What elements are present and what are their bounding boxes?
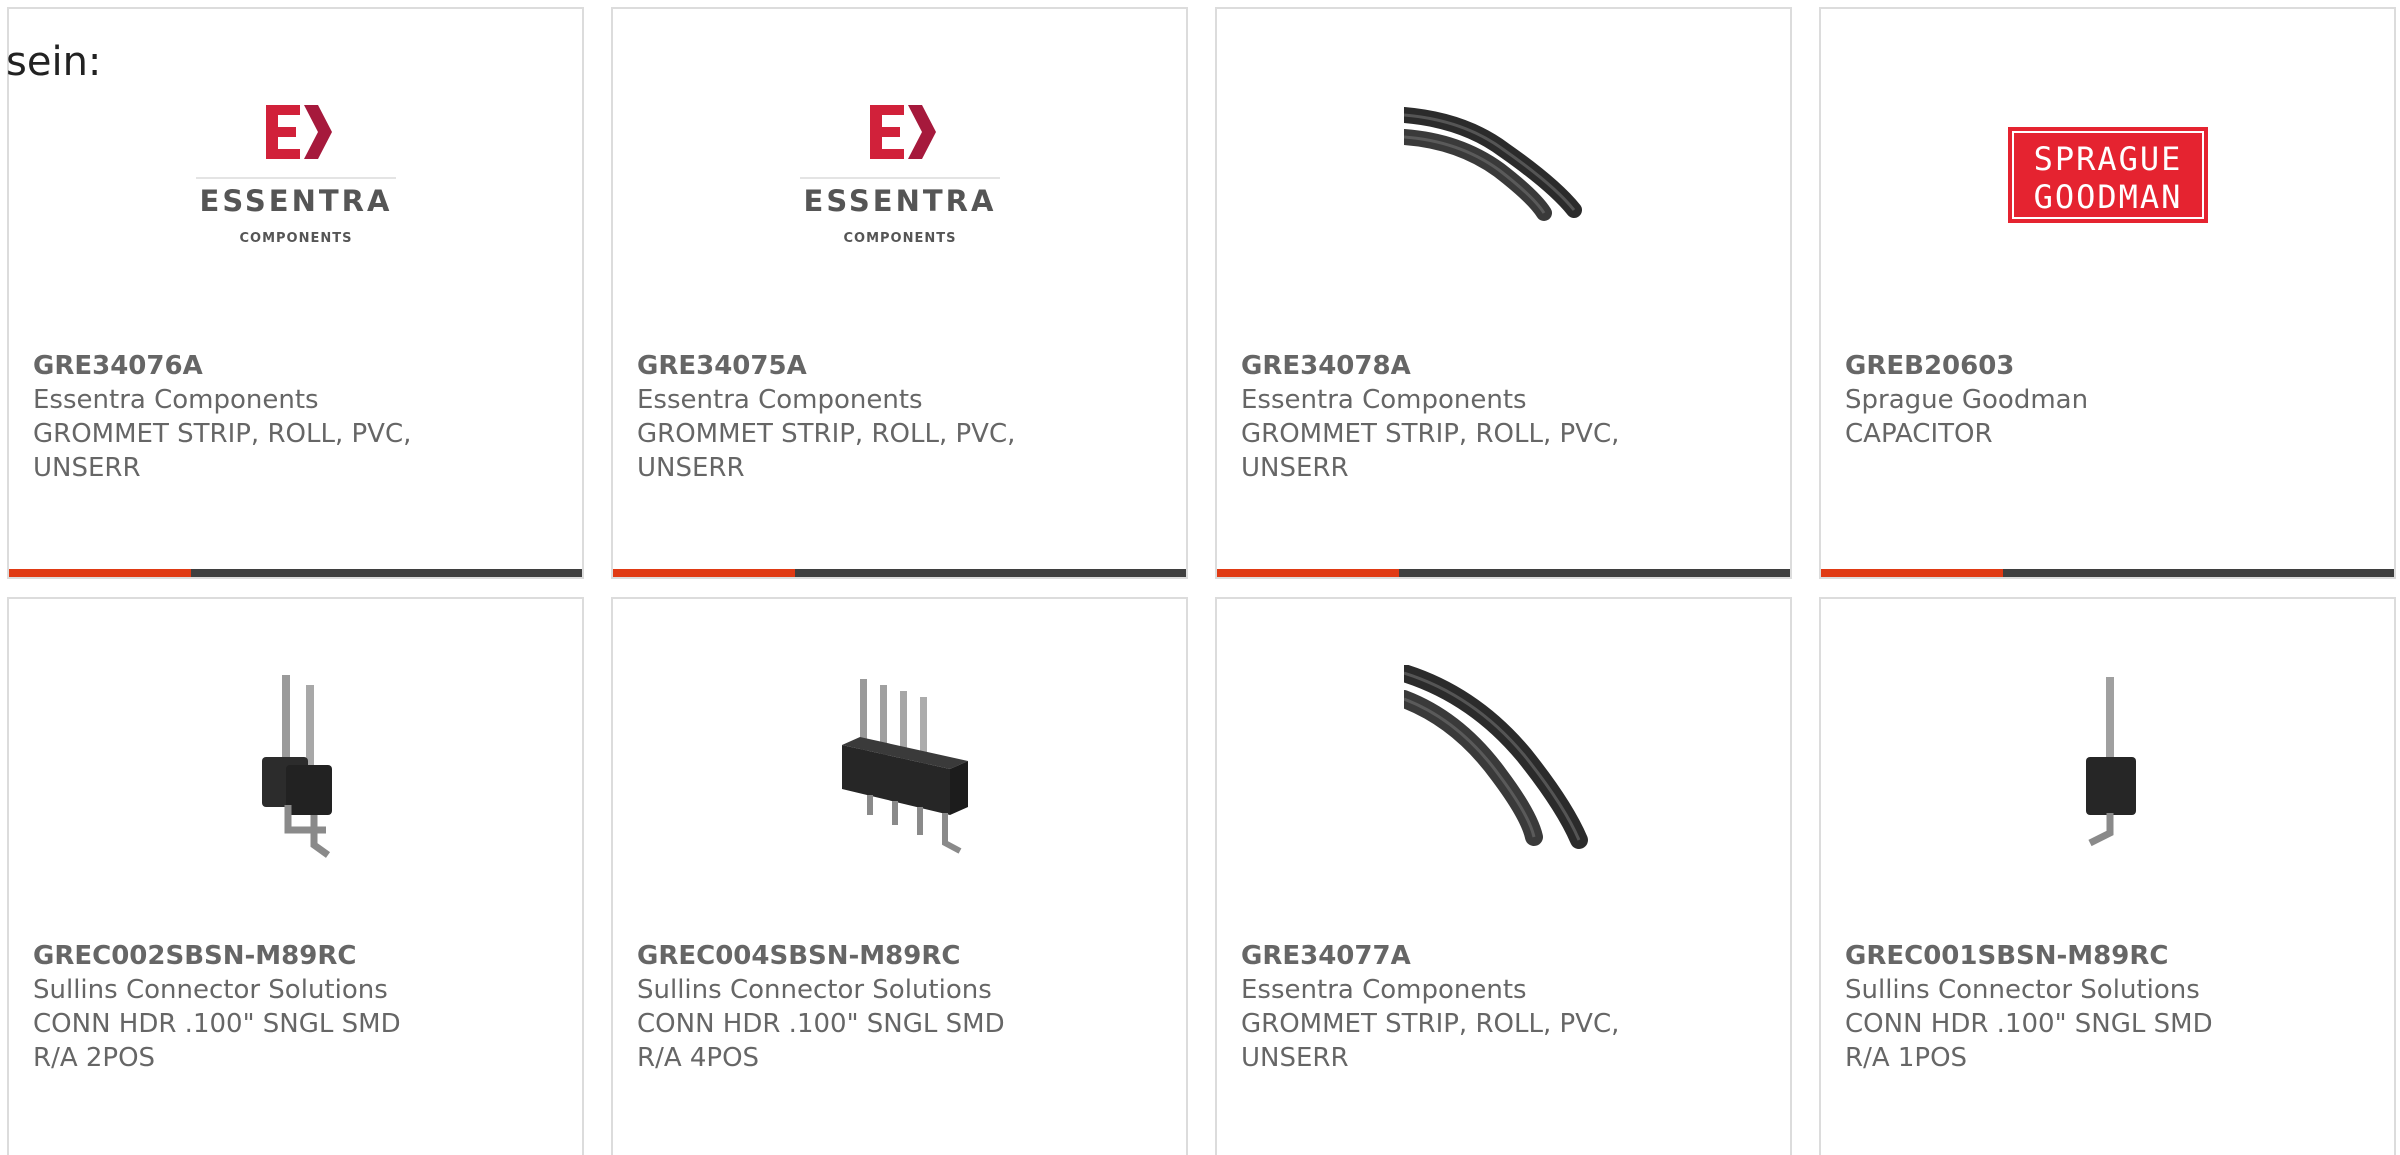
product-card[interactable]: ESSENTRA COMPONENTS GRE34076A Essentra C… [7, 7, 584, 579]
product-manufacturer: Essentra Components [1241, 385, 1527, 415]
product-sku[interactable]: GREB20603 [1845, 349, 2265, 383]
product-manufacturer: Essentra Components [1241, 975, 1527, 1005]
product-info: GRE34075A Essentra Components GROMMET ST… [637, 349, 1057, 485]
product-description: CONN HDR .100" SNGL SMD R/A 2POS [33, 1009, 401, 1073]
essentra-logo: ESSENTRA COMPONENTS [799, 75, 1000, 275]
product-sku[interactable]: GRE34078A [1241, 349, 1661, 383]
card-bottom-bar [1821, 569, 2394, 577]
product-grid-page: ESSENTRA COMPONENTS GRE34076A Essentra C… [0, 0, 2400, 1155]
card-bottom-bar [613, 569, 1186, 577]
product-manufacturer: Essentra Components [637, 385, 923, 415]
svg-text:GOODMAN: GOODMAN [2033, 178, 2182, 216]
product-card[interactable]: GREC002SBSN-M89RC Sullins Connector Solu… [7, 597, 584, 1155]
product-info: GRE34076A Essentra Components GROMMET ST… [33, 349, 453, 485]
product-description: GROMMET STRIP, ROLL, PVC, UNSERR [637, 419, 1016, 483]
card-accent [1217, 569, 1399, 577]
product-description: GROMMET STRIP, ROLL, PVC, UNSERR [1241, 1009, 1620, 1073]
svg-text:SPRAGUE: SPRAGUE [2033, 140, 2182, 178]
svg-text:COMPONENTS: COMPONENTS [843, 231, 956, 246]
product-manufacturer: Sullins Connector Solutions [637, 975, 992, 1005]
product-description: GROMMET STRIP, ROLL, PVC, UNSERR [1241, 419, 1620, 483]
svg-text:ESSENTRA: ESSENTRA [199, 184, 392, 218]
product-description: CAPACITOR [1845, 419, 1993, 449]
product-description: CONN HDR .100" SNGL SMD R/A 4POS [637, 1009, 1005, 1073]
svg-text:COMPONENTS: COMPONENTS [239, 231, 352, 246]
product-card[interactable]: ESSENTRA COMPONENTS GRE34075A Essentra C… [611, 7, 1188, 579]
product-sku[interactable]: GRE34076A [33, 349, 453, 383]
intro-text: sein: [6, 39, 102, 85]
product-info: GRE34077A Essentra Components GROMMET ST… [1241, 939, 1661, 1075]
card-bottom-bar [1217, 569, 1790, 577]
product-info: GREB20603 Sprague Goodman CAPACITOR [1845, 349, 2265, 451]
product-info: GRE34078A Essentra Components GROMMET ST… [1241, 349, 1661, 485]
product-sku[interactable]: GREC002SBSN-M89RC [33, 939, 453, 973]
header-4pos-photo [799, 665, 1000, 865]
header-2pos-photo [195, 665, 396, 865]
product-card[interactable]: GRE34078A Essentra Components GROMMET ST… [1215, 7, 1792, 579]
product-sku[interactable]: GRE34077A [1241, 939, 1661, 973]
product-manufacturer: Sprague Goodman [1845, 385, 2089, 415]
product-manufacturer: Sullins Connector Solutions [33, 975, 388, 1005]
card-accent [1821, 569, 2003, 577]
product-manufacturer: Sullins Connector Solutions [1845, 975, 2200, 1005]
product-card[interactable]: GREC004SBSN-M89RC Sullins Connector Solu… [611, 597, 1188, 1155]
svg-text:ESSENTRA: ESSENTRA [803, 184, 996, 218]
essentra-logo: ESSENTRA COMPONENTS [195, 75, 396, 275]
card-accent [9, 569, 191, 577]
product-card[interactable]: SPRAGUE GOODMAN GREB20603 Sprague Goodma… [1819, 7, 2396, 579]
product-card[interactable]: GRE34077A Essentra Components GROMMET ST… [1215, 597, 1792, 1155]
product-description: GROMMET STRIP, ROLL, PVC, UNSERR [33, 419, 412, 483]
product-description: CONN HDR .100" SNGL SMD R/A 1POS [1845, 1009, 2213, 1073]
grommet-strip-photo [1403, 75, 1604, 275]
card-bottom-bar [9, 569, 582, 577]
product-manufacturer: Essentra Components [33, 385, 319, 415]
product-grid: ESSENTRA COMPONENTS GRE34076A Essentra C… [7, 7, 2400, 1155]
grommet-strip-photo [1403, 665, 1604, 865]
product-sku[interactable]: GREC001SBSN-M89RC [1845, 939, 2265, 973]
card-accent [613, 569, 795, 577]
product-card[interactable]: GREC001SBSN-M89RC Sullins Connector Solu… [1819, 597, 2396, 1155]
product-sku[interactable]: GRE34075A [637, 349, 1057, 383]
product-sku[interactable]: GREC004SBSN-M89RC [637, 939, 1057, 973]
product-info: GREC004SBSN-M89RC Sullins Connector Solu… [637, 939, 1057, 1075]
sprague-goodman-logo: SPRAGUE GOODMAN [2007, 75, 2208, 275]
product-info: GREC002SBSN-M89RC Sullins Connector Solu… [33, 939, 453, 1075]
product-info: GREC001SBSN-M89RC Sullins Connector Solu… [1845, 939, 2265, 1075]
header-1pos-photo [2007, 665, 2208, 865]
